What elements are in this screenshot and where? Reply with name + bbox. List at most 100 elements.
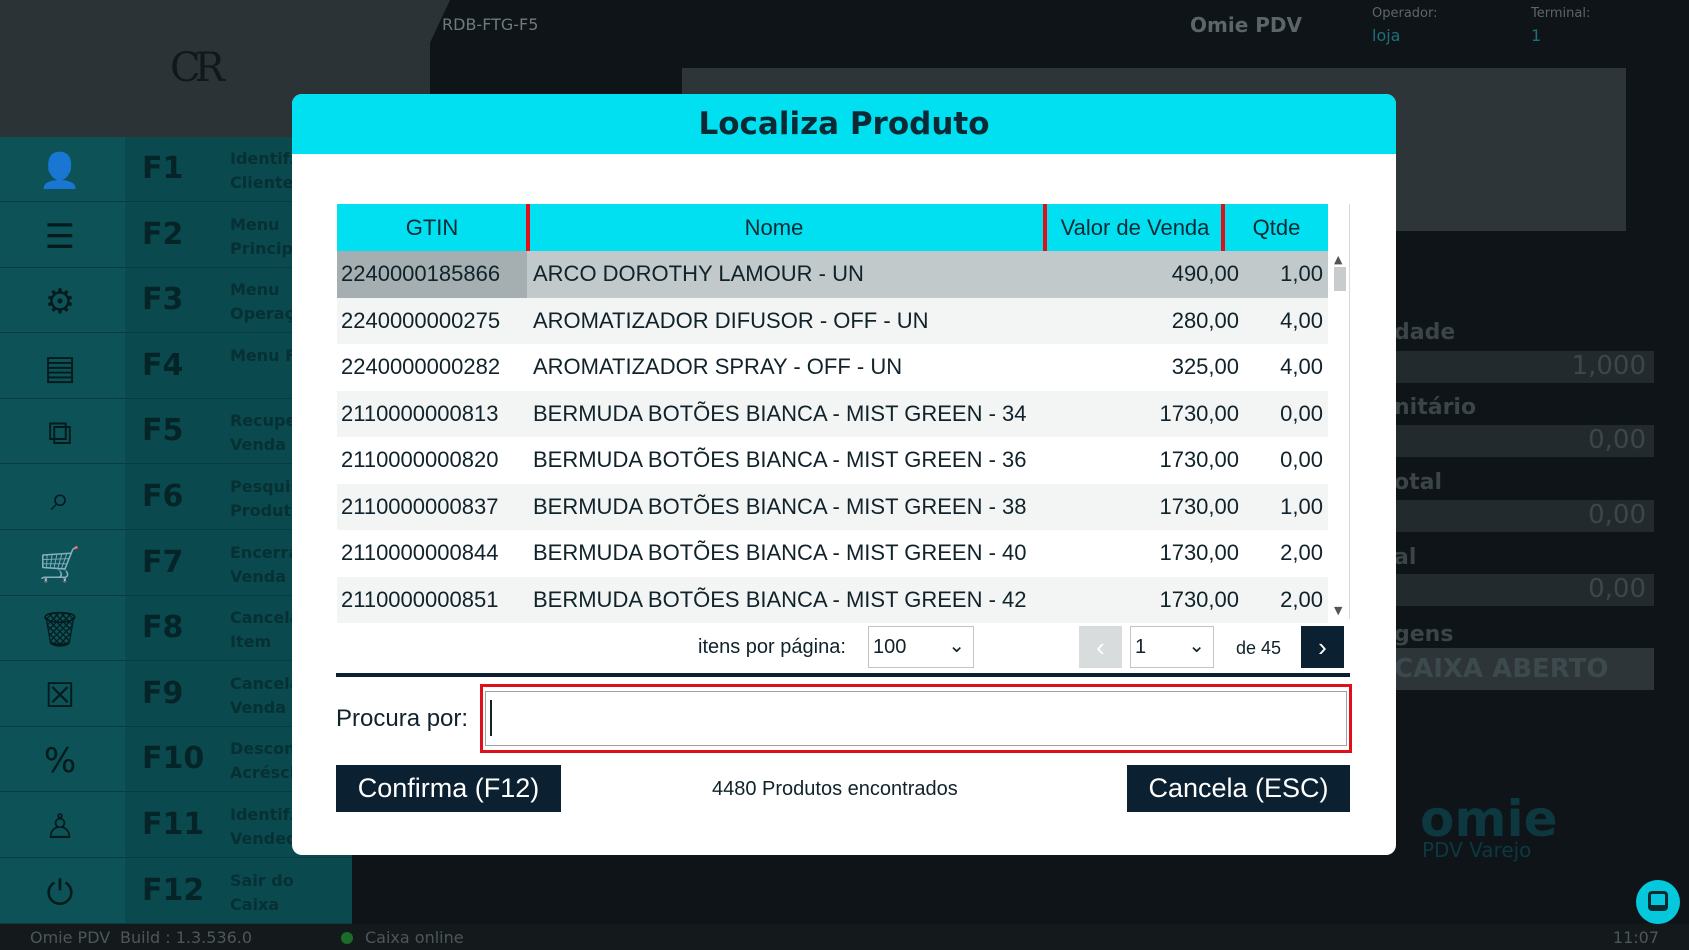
terminal-value: 1 bbox=[1531, 26, 1542, 45]
search-label: Procura por: bbox=[336, 705, 469, 732]
text-caret bbox=[490, 700, 492, 736]
dialog-title: Localiza Produto bbox=[292, 94, 1396, 154]
column-resizer[interactable] bbox=[1221, 204, 1225, 254]
cell-nome: AROMATIZADOR DIFUSOR - OFF - UN bbox=[533, 307, 929, 333]
cell-valor: 1730,00 bbox=[1159, 447, 1239, 472]
chevron-down-icon: ⌄ bbox=[1188, 635, 1205, 657]
cell-gtin: 2110000000820 bbox=[341, 447, 499, 472]
subtotal-label: al bbox=[1394, 545, 1417, 570]
column-resizer[interactable] bbox=[1043, 204, 1047, 254]
cell-qtde: 2,00 bbox=[1280, 586, 1323, 612]
user-icon: 👤 bbox=[38, 151, 82, 191]
search-icon: ⌕ bbox=[50, 479, 70, 519]
cell-nome: BERMUDA BOTÕES BIANCA - MIST GREEN - 38 bbox=[533, 493, 1027, 519]
close-box-icon: ☒ bbox=[44, 675, 76, 716]
status-connection: Caixa online bbox=[365, 928, 464, 947]
quantity-value: 1,000 bbox=[1394, 351, 1654, 383]
cell-valor: 1730,00 bbox=[1159, 586, 1239, 612]
grid-header: GTIN Nome Valor de Venda Qtde bbox=[337, 204, 1328, 251]
cell-qtde: 1,00 bbox=[1280, 493, 1323, 519]
table-row[interactable]: 2240000000282 AROMATIZADOR SPRAY - OFF - … bbox=[337, 344, 1328, 391]
scroll-down-icon[interactable]: ▼ bbox=[1334, 604, 1342, 617]
items-per-page-label: itens por página: bbox=[698, 636, 846, 658]
omie-subtitle: PDV Varejo bbox=[1422, 838, 1532, 862]
function-key-label: F10 bbox=[142, 741, 205, 777]
sidebar-item-f12[interactable]: ⏻ F12 Sair do Caixa bbox=[0, 859, 352, 924]
pagination-bar: itens por página: 100 ⌄ ‹ 1 ⌄ de 45 › bbox=[292, 624, 1396, 670]
chat-icon bbox=[1648, 891, 1668, 911]
cart-icon: 🛒 bbox=[38, 544, 82, 585]
quantity-label: dade bbox=[1394, 320, 1456, 345]
column-resizer[interactable] bbox=[526, 204, 530, 254]
seller-icon: ♙ bbox=[44, 807, 76, 847]
table-row[interactable]: 2110000000837 BERMUDA BOTÕES BIANCA - MIS… bbox=[337, 483, 1328, 530]
search-input[interactable] bbox=[485, 691, 1347, 746]
dialog-divider bbox=[336, 673, 1350, 677]
confirm-button[interactable]: Confirma (F12) bbox=[336, 765, 561, 812]
caixa-status: CAIXA ABERTO bbox=[1394, 648, 1654, 690]
function-key-label: F12 bbox=[142, 872, 205, 908]
page-value: 1 bbox=[1135, 636, 1147, 658]
cell-nome: ARCO DOROTHY LAMOUR - UN bbox=[533, 261, 864, 286]
table-row[interactable]: 2240000000275 AROMATIZADOR DIFUSOR - OFF … bbox=[337, 297, 1328, 344]
status-bar: Omie PDV Build : 1.3.536.0 Caixa online … bbox=[0, 924, 1689, 950]
table-row[interactable]: 2110000000813 BERMUDA BOTÕES BIANCA - MIS… bbox=[337, 390, 1328, 437]
results-count: 4480 Produtos encontrados bbox=[712, 778, 958, 800]
cell-qtde: 2,00 bbox=[1280, 540, 1323, 565]
cell-nome: BERMUDA BOTÕES BIANCA - MIST GREEN - 34 bbox=[533, 400, 1027, 426]
cell-gtin: 2110000000813 bbox=[341, 400, 499, 426]
table-row[interactable]: 2110000000820 BERMUDA BOTÕES BIANCA - MIS… bbox=[337, 437, 1328, 484]
chat-button[interactable] bbox=[1636, 880, 1680, 924]
subtotal-value: 0,00 bbox=[1394, 574, 1654, 606]
cell-qtde: 0,00 bbox=[1280, 447, 1323, 472]
total-value: 0,00 bbox=[1394, 500, 1654, 532]
operator-label: Operador: bbox=[1372, 6, 1438, 21]
function-key-label: F5 bbox=[142, 413, 184, 449]
column-header-qtde[interactable]: Qtde bbox=[1225, 204, 1328, 251]
app-title: Omie PDV bbox=[1190, 13, 1302, 37]
cell-qtde: 1,00 bbox=[1280, 261, 1323, 286]
cell-qtde: 0,00 bbox=[1280, 400, 1323, 426]
cell-qtde: 4,00 bbox=[1280, 354, 1323, 379]
items-per-page-value: 100 bbox=[873, 636, 907, 658]
column-header-gtin[interactable]: GTIN bbox=[337, 204, 527, 251]
function-key-label: F7 bbox=[142, 544, 184, 580]
cell-qtde: 4,00 bbox=[1280, 307, 1323, 333]
column-header-nome[interactable]: Nome bbox=[533, 204, 1015, 251]
cell-nome: BERMUDA BOTÕES BIANCA - MIST GREEN - 40 bbox=[533, 540, 1027, 565]
online-indicator-icon bbox=[341, 932, 353, 944]
status-time: 11:07 bbox=[1612, 928, 1659, 947]
cancel-button[interactable]: Cancela (ESC) bbox=[1127, 765, 1350, 812]
recover-icon: ⧉ bbox=[47, 413, 73, 454]
cell-gtin: 2240000000282 bbox=[341, 354, 501, 379]
table-row[interactable]: 2240000185866 ARCO DOROTHY LAMOUR - UN 490… bbox=[337, 251, 1328, 298]
cell-valor: 325,00 bbox=[1171, 354, 1239, 379]
cell-valor: 490,00 bbox=[1171, 261, 1239, 286]
column-header-valor[interactable]: Valor de Venda bbox=[1049, 204, 1221, 251]
cell-gtin: 2110000000837 bbox=[341, 493, 499, 519]
product-grid: GTIN Nome Valor de Venda Qtde 2240000185… bbox=[337, 204, 1350, 623]
scroll-up-icon[interactable]: ▲ bbox=[1334, 253, 1342, 266]
grid-rows: 2240000185866 ARCO DOROTHY LAMOUR - UN 490… bbox=[337, 251, 1328, 623]
page-select[interactable]: 1 ⌄ bbox=[1130, 626, 1214, 668]
next-page-button[interactable]: › bbox=[1301, 626, 1344, 668]
table-row[interactable]: 2110000000851 BERMUDA BOTÕES BIANCA - MIS… bbox=[337, 576, 1328, 623]
grid-scrollbar[interactable]: ▲ ▼ bbox=[1331, 251, 1349, 619]
terminal-code: RDB-FTG-F5 bbox=[442, 15, 539, 34]
prev-page-button[interactable]: ‹ bbox=[1079, 626, 1122, 668]
power-icon: ⏻ bbox=[46, 872, 74, 913]
messages-label: gens bbox=[1394, 622, 1454, 647]
unit-price-label: nitário bbox=[1394, 395, 1477, 420]
receipt-icon: ▤ bbox=[43, 347, 77, 388]
status-build: Build : 1.3.536.0 bbox=[120, 928, 253, 947]
scroll-thumb[interactable] bbox=[1334, 267, 1346, 291]
chevron-down-icon: ⌄ bbox=[948, 635, 965, 657]
table-row[interactable]: 2110000000844 BERMUDA BOTÕES BIANCA - MIS… bbox=[337, 530, 1328, 577]
status-app: Omie PDV bbox=[30, 928, 111, 947]
cell-valor: 280,00 bbox=[1171, 307, 1239, 333]
function-key-label: F2 bbox=[142, 216, 184, 252]
cell-gtin: 2110000000851 bbox=[341, 586, 499, 612]
items-per-page-select[interactable]: 100 ⌄ bbox=[868, 626, 974, 668]
cell-nome: BERMUDA BOTÕES BIANCA - MIST GREEN - 36 bbox=[533, 447, 1027, 472]
terminal-label: Terminal: bbox=[1531, 6, 1591, 21]
